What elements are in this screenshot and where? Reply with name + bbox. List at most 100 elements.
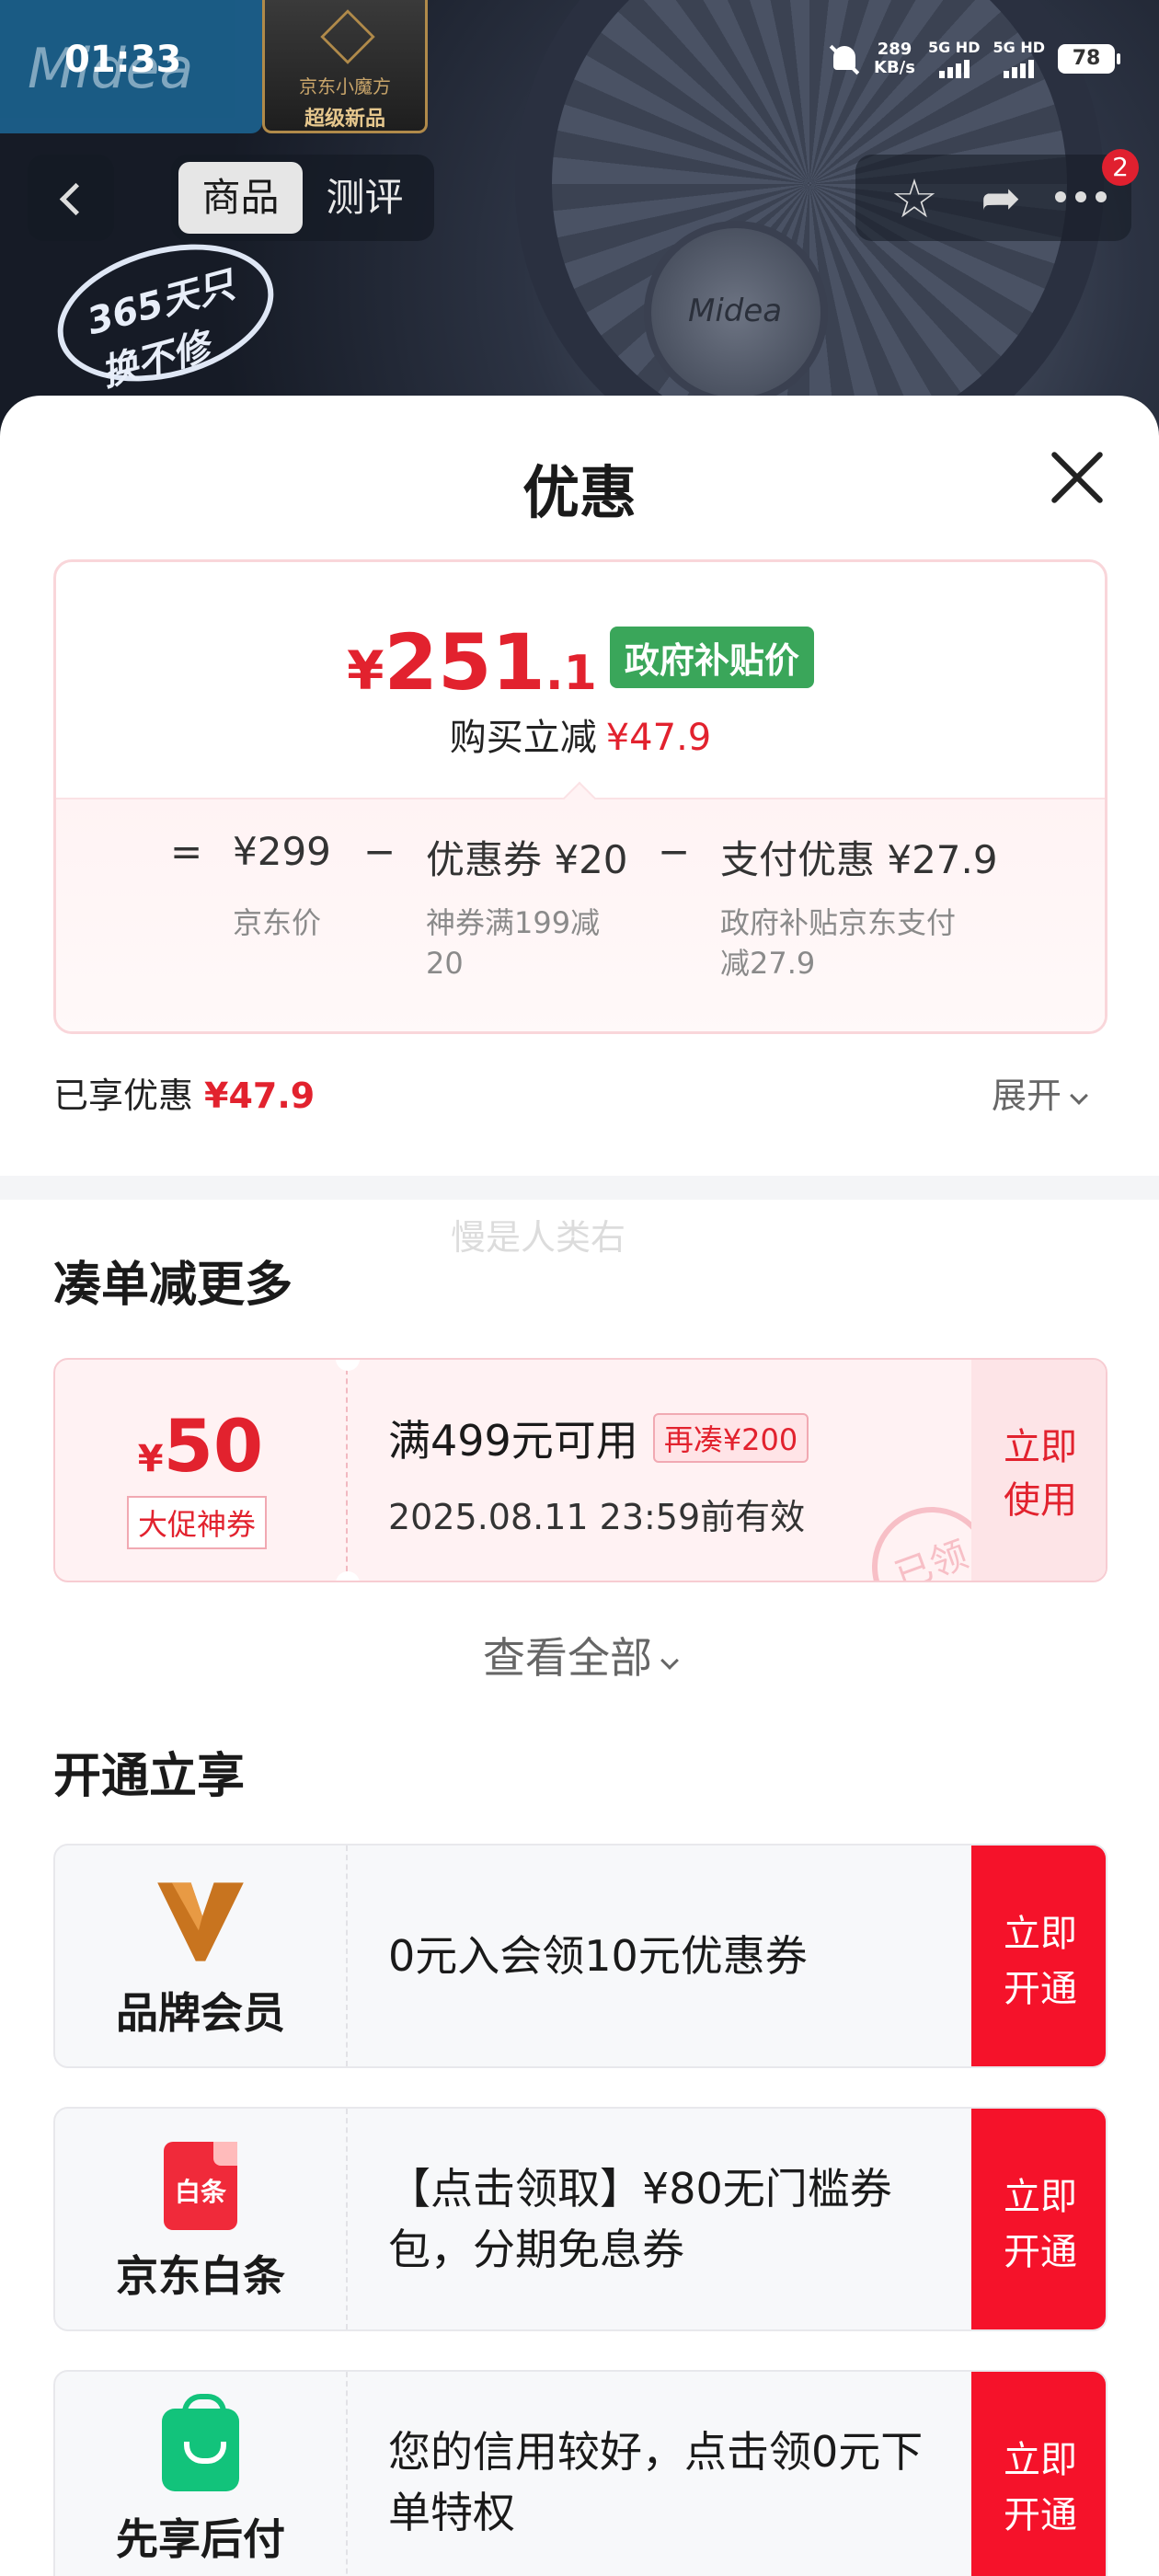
formula-minus: − <box>658 829 691 874</box>
price-decimal: .1 <box>545 646 597 701</box>
coupon-condition-line: 满499元可用 再凑¥200 <box>388 1408 809 1468</box>
net-speed: 289 KB/s <box>874 40 915 77</box>
coupon-expiry: 2025.08.11 23:59前有效 <box>388 1497 806 1537</box>
tab-product[interactable]: 商品 <box>178 162 303 234</box>
expand-button[interactable]: 展开 <box>992 1067 1088 1118</box>
price-box: ¥ 251 .1 政府补贴价 购买立减 ¥47.9 = ¥299 − 优惠券 ¥2… <box>53 559 1107 1034</box>
baitiao-card[interactable]: 白条 京东白条 【点击领取】¥80无门槛券包，分期免息券 立即 开通 <box>53 2107 1107 2331</box>
enjoyed-discount: 已享优惠 ¥47.9 <box>53 1067 315 1118</box>
pay-later-icon-area: 先享后付 <box>55 2372 348 2576</box>
baitiao-desc: 【点击领取】¥80无门槛券包，分期免息券 <box>388 2164 892 2274</box>
battery-icon: 78 <box>1058 43 1120 74</box>
coupon-add-more-tag: 再凑¥200 <box>652 1413 809 1463</box>
promo-365-text: 365天只换不修 <box>83 263 239 396</box>
open-btn-line1: 立即 <box>1004 1913 1077 1955</box>
promo-365-badge: 365天只换不修 <box>41 222 290 404</box>
price-yen: ¥ <box>347 639 384 702</box>
final-price-area: ¥ 251 .1 政府补贴价 购买立减 ¥47.9 <box>56 562 1105 796</box>
reduce-label: 购买立减 <box>449 717 597 759</box>
price-integer: 251 <box>384 617 545 707</box>
baitiao-name: 京东白条 <box>116 2251 285 2301</box>
brand-member-name: 品牌会员 <box>116 1988 285 2038</box>
formula-minus: − <box>363 829 396 874</box>
use-now-button[interactable]: 立即 使用 <box>971 1360 1106 1581</box>
signal-sim2: 5G HD <box>993 39 1045 78</box>
gov-subsidy-tag: 政府补贴价 <box>609 626 814 688</box>
formula-equals: = <box>170 829 203 874</box>
expand-label: 展开 <box>992 1075 1062 1116</box>
use-now-line1: 立即 <box>1004 1426 1077 1468</box>
reduce-line: 购买立减 ¥47.9 <box>56 707 1105 761</box>
brand-member-desc: 0元入会领10元优惠券 <box>388 1931 808 1981</box>
signal-bars-icon <box>938 58 970 78</box>
back-button[interactable] <box>28 155 114 241</box>
formula-coupon-desc-2: 20 <box>426 946 464 981</box>
close-icon[interactable] <box>1049 448 1107 507</box>
pay-later-card[interactable]: 先享后付 您的信用较好，点击领0元下单特权 立即 开通 <box>53 2370 1107 2576</box>
formula-coupon-desc-1: 神券满199减 <box>426 905 601 940</box>
coupon-yen: ¥ <box>137 1438 164 1480</box>
product-tabs: 商品 测评 <box>171 155 434 241</box>
brand-member-open-button[interactable]: 立即 开通 <box>971 1846 1106 2066</box>
formula-pay-desc-2: 减27.9 <box>720 946 816 981</box>
brand-member-v-icon <box>157 1882 244 1961</box>
sheet-title: 优惠 <box>522 459 637 526</box>
more-badge: 2 <box>1102 149 1139 186</box>
discount-sheet: 优惠 ¥ 251 .1 政府补贴价 购买立减 ¥47.9 = ¥299 − 优惠… <box>0 396 1159 2576</box>
section-divider <box>0 1176 1159 1200</box>
final-price: ¥ 251 .1 政府补贴价 <box>56 617 1105 707</box>
view-all-label: 查看全部 <box>483 1633 652 1683</box>
nav-actions: ☆ ➦ 2 <box>855 149 1139 241</box>
status-time: 01:33 <box>64 39 182 81</box>
baitiao-icon: 白条 <box>164 2142 237 2230</box>
fan-hub: Midea <box>644 221 828 405</box>
brand-member-icon-area: 品牌会员 <box>55 1846 348 2066</box>
reduce-value: ¥47.9 <box>605 717 712 759</box>
enjoyed-value: ¥47.9 <box>204 1075 316 1116</box>
section-title-more: 凑单减更多 <box>53 1258 293 1313</box>
brand-member-card[interactable]: 品牌会员 0元入会领10元优惠券 立即 开通 <box>53 1844 1107 2068</box>
view-all-button[interactable]: 查看全部 <box>0 1625 1159 1685</box>
open-btn-line2: 开通 <box>1004 2231 1077 2273</box>
signal-sim1: 5G HD <box>927 39 981 78</box>
status-bar: 01:33 289 KB/s 5G HD 5G HD 78 <box>0 0 1159 120</box>
more-icon[interactable] <box>1049 188 1113 206</box>
pay-later-name: 先享后付 <box>116 2514 285 2564</box>
tab-review[interactable]: 测评 <box>303 162 427 234</box>
fan-logo: Midea <box>688 293 783 329</box>
chevron-down-icon <box>1070 1087 1088 1105</box>
pay-later-desc: 您的信用较好，点击领0元下单特权 <box>388 2427 924 2537</box>
coupon-condition: 满499元可用 <box>388 1416 638 1466</box>
pay-later-open-button[interactable]: 立即 开通 <box>971 2372 1106 2576</box>
coupon-card[interactable]: ¥50 大促神券 满499元可用 再凑¥200 2025.08.11 23:59… <box>53 1358 1107 1582</box>
coupon-amount-area: ¥50 大促神券 <box>55 1360 348 1581</box>
baitiao-icon-area: 白条 京东白条 <box>55 2109 348 2329</box>
coupon-amount: ¥50 <box>55 1406 346 1489</box>
signal-sim1-label: 5G HD <box>927 39 981 56</box>
open-btn-line1: 立即 <box>1004 2176 1077 2218</box>
chevron-down-icon <box>660 1651 679 1670</box>
signal-sim2-label: 5G HD <box>993 39 1045 56</box>
watermark-text: 慢是人类右 <box>451 1217 626 1258</box>
coupon-value: 50 <box>163 1406 264 1489</box>
shopping-bag-icon <box>162 2394 239 2491</box>
use-now-line2: 使用 <box>1004 1479 1077 1522</box>
formula-base-label: 京东价 <box>233 905 322 940</box>
open-btn-line2: 开通 <box>1004 2494 1077 2536</box>
enjoyed-label: 已享优惠 <box>53 1075 194 1116</box>
favorite-star-icon[interactable]: ☆ <box>887 172 942 228</box>
net-speed-unit: KB/s <box>874 57 915 77</box>
share-icon[interactable]: ➦ <box>973 173 1028 228</box>
formula-coupon: 优惠券 ¥20 <box>426 837 628 882</box>
formula-pay-desc-1: 政府补贴京东支付 <box>720 905 957 940</box>
coupon-info: 满499元可用 再凑¥200 2025.08.11 23:59前有效 <box>388 1408 809 1539</box>
price-formula-area: = ¥299 − 优惠券 ¥20 − 支付优惠 ¥27.9 京东价 神券满199… <box>56 798 1105 1031</box>
section-title-open: 开通立享 <box>53 1749 246 1804</box>
formula-pay: 支付优惠 ¥27.9 <box>720 837 998 882</box>
baitiao-open-button[interactable]: 立即 开通 <box>971 2109 1106 2329</box>
status-icons: 289 KB/s 5G HD 5G HD 78 <box>828 39 1120 78</box>
net-speed-value: 289 <box>877 39 912 59</box>
bell-off-icon <box>828 42 861 75</box>
signal-bars-icon <box>1004 58 1035 78</box>
coupon-type-tag: 大促神券 <box>127 1496 268 1549</box>
